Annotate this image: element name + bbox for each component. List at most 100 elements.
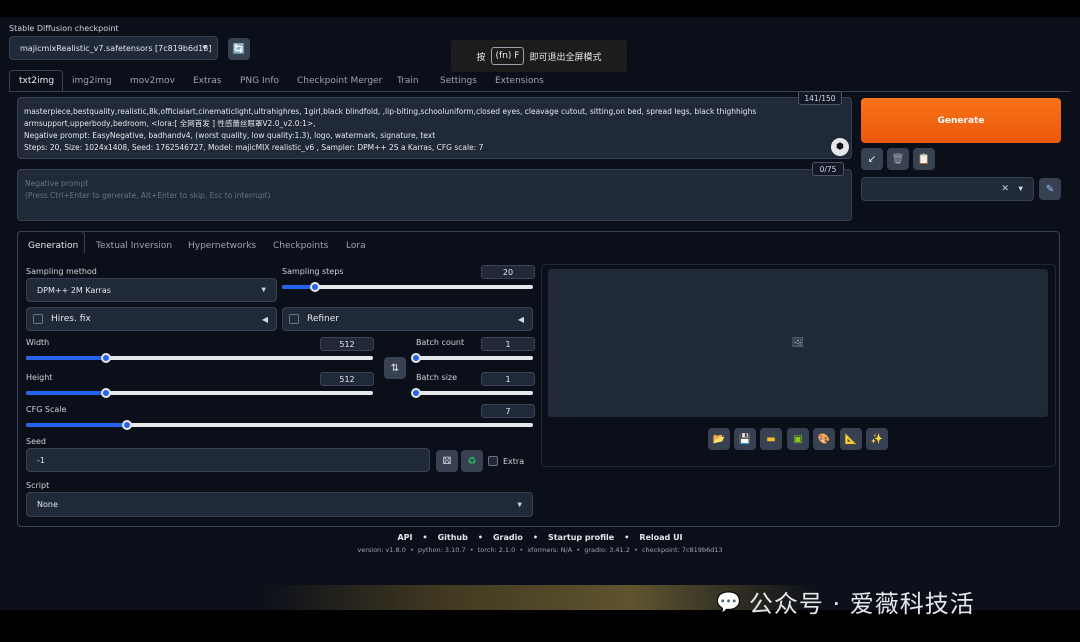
- refiner-accordion[interactable]: Refiner ◀: [282, 307, 533, 331]
- sampling-method-select[interactable]: DPM++ 2M Karras ▼: [26, 278, 277, 302]
- prompt-line-3: Negative prompt: EasyNegative, badhandv4…: [24, 131, 436, 140]
- batch-size-slider[interactable]: [411, 388, 533, 398]
- sampling-method-value: DPM++ 2M Karras: [37, 285, 111, 295]
- save-icon: 💾: [738, 433, 752, 445]
- image-gallery[interactable]: 🖼: [548, 269, 1048, 417]
- script-value: None: [37, 500, 58, 509]
- tab-extensions[interactable]: Extensions: [495, 76, 544, 86]
- tab-train[interactable]: Train: [397, 76, 419, 86]
- extra-checkbox[interactable]: [488, 456, 498, 466]
- fullscreen-hint: 按 (fn) F 即可退出全屏模式: [451, 40, 627, 72]
- edit-styles-button[interactable]: ✎: [1039, 178, 1061, 200]
- extra-label: Extra: [503, 456, 525, 466]
- send-inpaint-button[interactable]: 🎨: [813, 428, 835, 450]
- collapse-icon: ◀: [261, 314, 268, 324]
- webui-window: Stable Diffusion checkpoint majicmixReal…: [0, 17, 1080, 618]
- footer-link-reload-ui[interactable]: Reload UI: [639, 533, 682, 542]
- prompt-line-2: armsupport,upperbody,bedroom, <lora:[ 全网…: [24, 119, 316, 128]
- batch-count-input[interactable]: 1: [481, 337, 535, 351]
- script-select[interactable]: None ▼: [26, 492, 533, 517]
- footer-link-api[interactable]: API: [397, 533, 412, 542]
- seed-value: -1: [37, 455, 45, 465]
- sampling-method-label: Sampling method: [26, 267, 97, 276]
- footer-separator: •: [477, 533, 483, 542]
- width-slider[interactable]: [26, 353, 373, 363]
- chevron-down-icon: ▼: [517, 501, 522, 508]
- swap-icon: ⇅: [390, 362, 400, 374]
- folder-icon: 📂: [712, 433, 726, 445]
- image-placeholder-icon: 🖼: [791, 337, 805, 349]
- arrow-icon: ↙: [867, 153, 877, 165]
- sampling-steps-input[interactable]: 20: [481, 265, 535, 279]
- version-info: version: v1.8.0 • python: 3.10.7 • torch…: [357, 546, 723, 554]
- footer-link-github[interactable]: Github: [438, 533, 468, 542]
- extra-seed-toggle[interactable]: Extra: [488, 456, 524, 466]
- height-label: Height: [26, 373, 53, 382]
- batch-size-input[interactable]: 1: [481, 372, 535, 386]
- script-label: Script: [26, 481, 50, 490]
- chevron-down-icon: ▼: [202, 44, 207, 52]
- trash-button[interactable]: 🗑: [887, 148, 909, 170]
- checkpoint-value: majicmixRealistic_v7.safetensors [7c819b…: [20, 43, 212, 53]
- cfg-scale-input[interactable]: 7: [481, 404, 535, 418]
- tab-mov2mov[interactable]: mov2mov: [130, 76, 175, 86]
- tab-settings[interactable]: Settings: [440, 76, 477, 86]
- refiner-checkbox[interactable]: [289, 314, 299, 324]
- hires-fix-accordion[interactable]: Hires. fix ◀: [26, 307, 277, 331]
- zip-button[interactable]: ▬: [760, 428, 782, 450]
- subtab-lora[interactable]: Lora: [346, 241, 366, 251]
- seed-input[interactable]: -1: [26, 448, 430, 472]
- watermark-text: 公众号 · 爱薇科技活: [748, 590, 975, 618]
- chevron-down-icon: ▼: [1018, 185, 1023, 193]
- width-input[interactable]: 512: [320, 337, 374, 351]
- tab-png-info[interactable]: PNG Info: [240, 76, 279, 86]
- cfg-scale-label: CFG Scale: [26, 405, 67, 414]
- generate-button[interactable]: Generate: [861, 98, 1061, 143]
- tab-checkpoint-merger[interactable]: Checkpoint Merger: [297, 76, 382, 86]
- reuse-seed-button[interactable]: ♻: [461, 450, 483, 472]
- subtab-generation[interactable]: Generation: [28, 241, 78, 251]
- save-button[interactable]: 💾: [734, 428, 756, 450]
- height-input[interactable]: 512: [320, 372, 374, 386]
- clipboard-button[interactable]: 📋: [913, 148, 935, 170]
- hires-checkbox[interactable]: [33, 314, 43, 324]
- clear-icon[interactable]: ✕: [1001, 184, 1009, 194]
- tab-img2img[interactable]: img2img: [72, 76, 112, 86]
- footer-link-gradio[interactable]: Gradio: [493, 533, 523, 542]
- hint-key: (fn) F: [490, 47, 525, 65]
- send-img2img-button[interactable]: ▣: [787, 428, 809, 450]
- swap-dimensions-button[interactable]: ⇅: [384, 357, 406, 379]
- pencil-icon: ✎: [1045, 183, 1055, 195]
- styles-select[interactable]: ✕ ▼: [861, 177, 1034, 201]
- sampling-steps-label: Sampling steps: [282, 267, 344, 276]
- send-extras-button[interactable]: 📐: [840, 428, 862, 450]
- random-seed-button[interactable]: ⚄: [436, 450, 458, 472]
- paste-icon[interactable]: ⬢: [831, 138, 849, 156]
- cfg-scale-slider[interactable]: [26, 420, 533, 430]
- footer-links: API • Github • Gradio • Startup profile …: [0, 533, 1080, 542]
- negative-placeholder-2: (Press Ctrl+Enter to generate, Alt+Enter…: [25, 191, 271, 200]
- footer-link-startup-profile[interactable]: Startup profile: [548, 533, 614, 542]
- subtab-textual-inversion[interactable]: Textual Inversion: [96, 241, 172, 251]
- collapse-icon: ◀: [517, 314, 524, 324]
- refresh-checkpoint-button[interactable]: 🔄: [228, 38, 250, 60]
- width-label: Width: [26, 338, 50, 347]
- height-slider[interactable]: [26, 388, 373, 398]
- tab-extras[interactable]: Extras: [193, 76, 221, 86]
- open-folder-button[interactable]: 📂: [708, 428, 730, 450]
- upscale-button[interactable]: ✨: [866, 428, 888, 450]
- read-params-button[interactable]: ↙: [861, 148, 883, 170]
- negative-prompt-textarea[interactable]: Negative prompt (Press Ctrl+Enter to gen…: [17, 169, 852, 221]
- recycle-icon: ♻: [467, 455, 477, 467]
- zip-icon: ▬: [766, 433, 776, 445]
- batch-count-slider[interactable]: [411, 353, 533, 363]
- subtab-checkpoints[interactable]: Checkpoints: [273, 241, 328, 251]
- subtab-hypernetworks[interactable]: Hypernetworks: [188, 241, 256, 251]
- tab-txt2img[interactable]: txt2img: [19, 76, 54, 86]
- footer-separator: •: [624, 533, 630, 542]
- chevron-down-icon: ▼: [261, 286, 266, 294]
- batch-count-label: Batch count: [416, 338, 465, 347]
- sampling-steps-slider[interactable]: [282, 282, 533, 292]
- checkpoint-select[interactable]: majicmixRealistic_v7.safetensors [7c819b…: [9, 36, 218, 60]
- prompt-textarea[interactable]: masterpiece,bestquality,realistic,8k,off…: [17, 97, 852, 159]
